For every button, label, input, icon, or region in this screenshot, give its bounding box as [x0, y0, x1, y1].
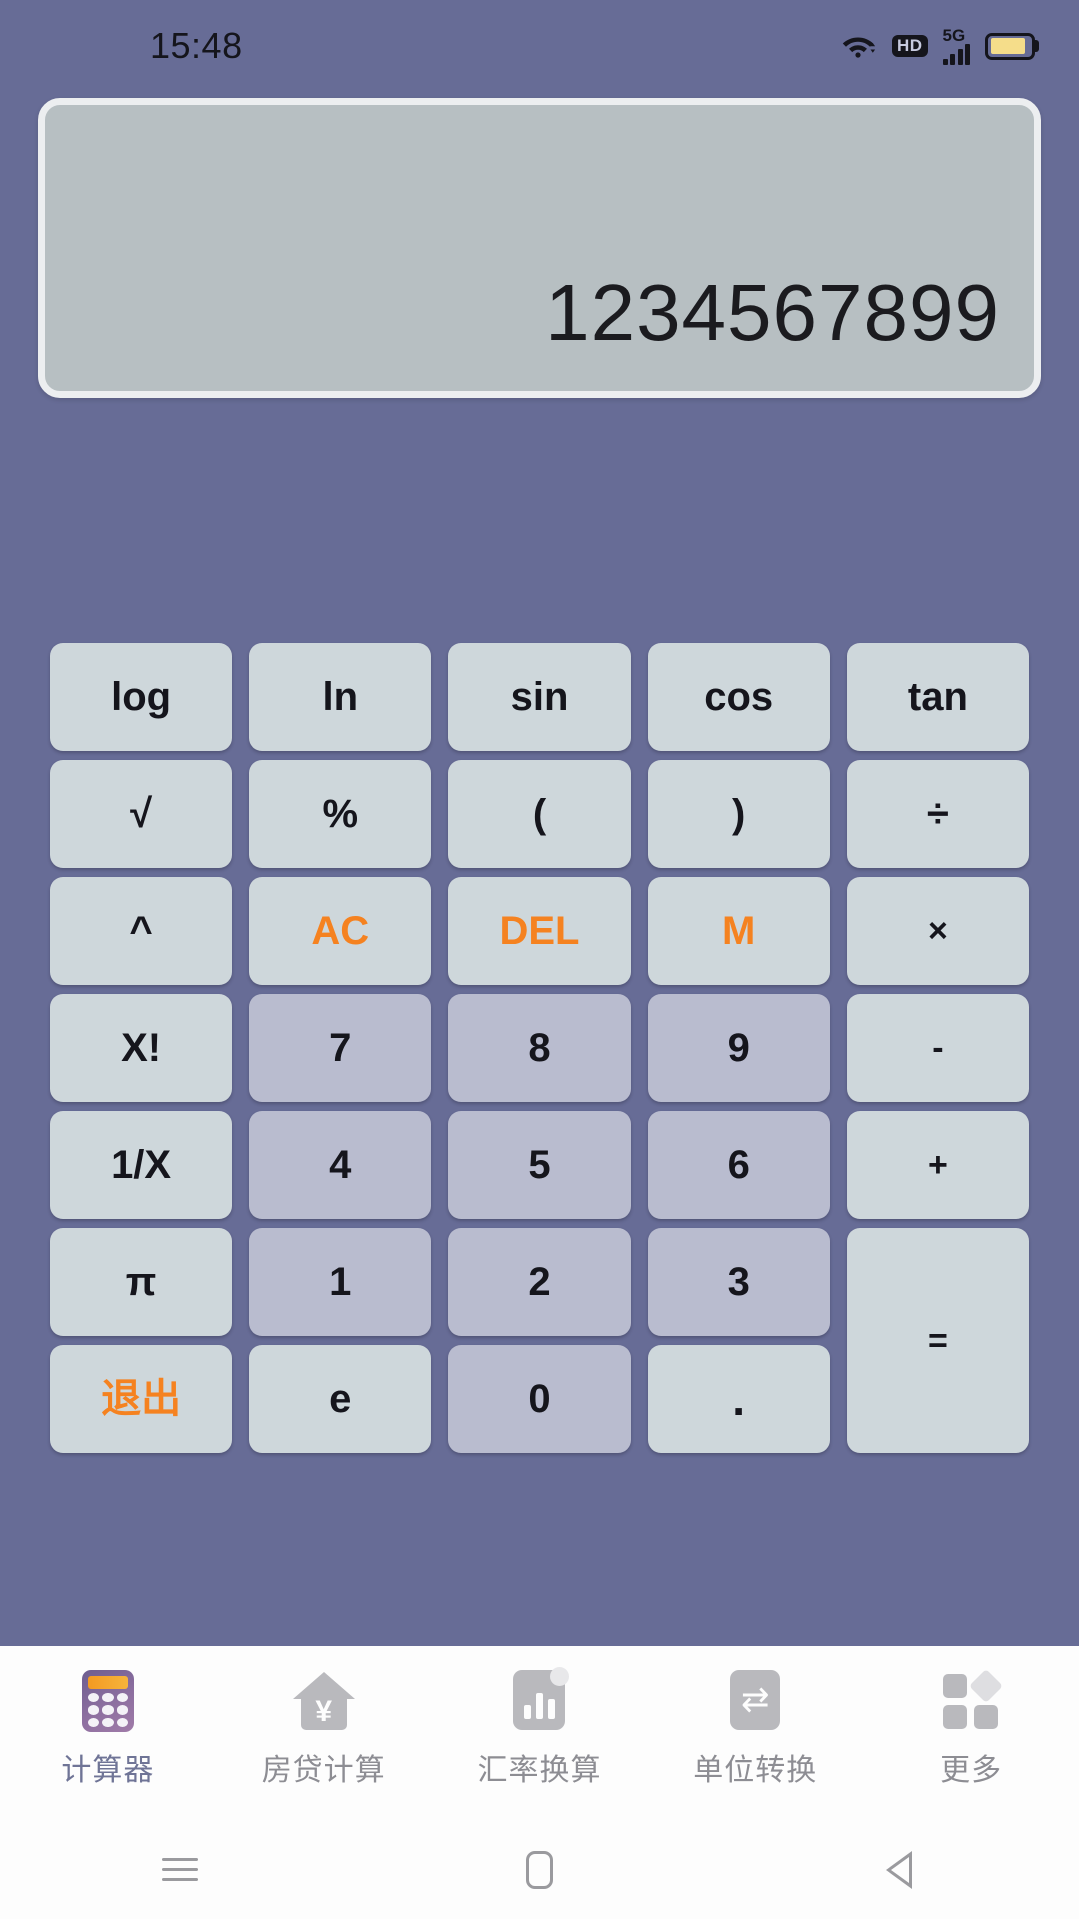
key-exit[interactable]: 退出: [50, 1345, 233, 1453]
key-6[interactable]: 6: [647, 1111, 830, 1219]
tab-unit-conversion-label: 单位转换: [693, 1754, 818, 1787]
key-open-paren[interactable]: (: [448, 760, 631, 868]
calculator-keypad: log ln sin cos tan √ % ( ) ÷ ^ AC DEL M …: [50, 643, 1029, 1453]
swap-arrows-icon: ⇄: [724, 1670, 786, 1732]
key-log[interactable]: log: [50, 643, 233, 751]
wifi-icon: [839, 30, 877, 63]
key-factorial[interactable]: X!: [50, 994, 233, 1102]
android-nav-bar: [0, 1820, 1079, 1919]
key-5[interactable]: 5: [448, 1111, 631, 1219]
key-equals[interactable]: =: [846, 1228, 1029, 1453]
key-9[interactable]: 9: [647, 994, 830, 1102]
signal-bars: [942, 44, 970, 65]
display-value: 1234567899: [545, 268, 1000, 357]
tab-more[interactable]: 更多: [863, 1669, 1079, 1789]
network-type-label: 5G: [942, 26, 966, 45]
key-close-paren[interactable]: ): [647, 760, 830, 868]
grid-more-icon: [940, 1669, 1004, 1732]
key-memory[interactable]: M: [647, 877, 830, 985]
key-tan[interactable]: tan: [846, 643, 1029, 751]
key-decimal-point[interactable]: .: [647, 1345, 830, 1453]
tab-calculator[interactable]: 计算器: [0, 1670, 216, 1789]
recents-icon: [161, 1858, 198, 1881]
key-4[interactable]: 4: [249, 1111, 432, 1219]
house-yen-icon: ¥: [292, 1670, 355, 1732]
status-bar: 15:48 HD 5G: [0, 0, 1079, 92]
key-sin[interactable]: sin: [448, 643, 631, 751]
key-pi[interactable]: π: [50, 1228, 233, 1336]
tab-unit-conversion[interactable]: ⇄ 单位转换: [647, 1670, 863, 1789]
calculator-display[interactable]: 1234567899: [38, 98, 1041, 398]
bottom-tab-bar: 计算器 ¥ 房贷计算 汇率换算 ⇄ 单位转换 更多: [0, 1646, 1079, 1820]
tab-mortgage-label: 房贷计算: [261, 1754, 386, 1787]
signal-5g-icon: 5G: [942, 26, 970, 65]
key-sqrt[interactable]: √: [50, 760, 233, 868]
key-ln[interactable]: ln: [249, 643, 432, 751]
bar-chart-icon: [508, 1667, 570, 1732]
home-icon: [526, 1850, 553, 1889]
key-cos[interactable]: cos: [647, 643, 830, 751]
hd-icon: HD: [891, 35, 928, 57]
status-icons: HD 5G: [839, 27, 1035, 65]
back-icon: [886, 1850, 913, 1889]
tab-calculator-label: 计算器: [61, 1754, 155, 1787]
key-power[interactable]: ^: [50, 877, 233, 985]
key-8[interactable]: 8: [448, 994, 631, 1102]
status-time: 15:48: [150, 25, 243, 66]
nav-home-button[interactable]: [360, 1850, 720, 1889]
calculator-icon: [77, 1670, 139, 1732]
key-0[interactable]: 0: [448, 1345, 631, 1453]
tab-exchange-rate-label: 汇率换算: [477, 1754, 602, 1787]
tab-exchange-rate[interactable]: 汇率换算: [432, 1667, 648, 1789]
key-2[interactable]: 2: [448, 1228, 631, 1336]
key-multiply[interactable]: ×: [846, 877, 1029, 985]
key-plus[interactable]: +: [846, 1111, 1029, 1219]
key-reciprocal[interactable]: 1/X: [50, 1111, 233, 1219]
nav-back-button[interactable]: [719, 1850, 1079, 1889]
key-all-clear[interactable]: AC: [249, 877, 432, 985]
key-delete[interactable]: DEL: [448, 877, 631, 985]
nav-recents-button[interactable]: [0, 1858, 360, 1881]
battery-icon: [985, 32, 1035, 60]
key-3[interactable]: 3: [647, 1228, 830, 1336]
tab-mortgage[interactable]: ¥ 房贷计算: [216, 1670, 432, 1789]
key-minus[interactable]: -: [846, 994, 1029, 1102]
key-7[interactable]: 7: [249, 994, 432, 1102]
tab-more-label: 更多: [940, 1754, 1003, 1787]
key-1[interactable]: 1: [249, 1228, 432, 1336]
key-percent[interactable]: %: [249, 760, 432, 868]
key-divide[interactable]: ÷: [846, 760, 1029, 868]
key-e[interactable]: e: [249, 1345, 432, 1453]
